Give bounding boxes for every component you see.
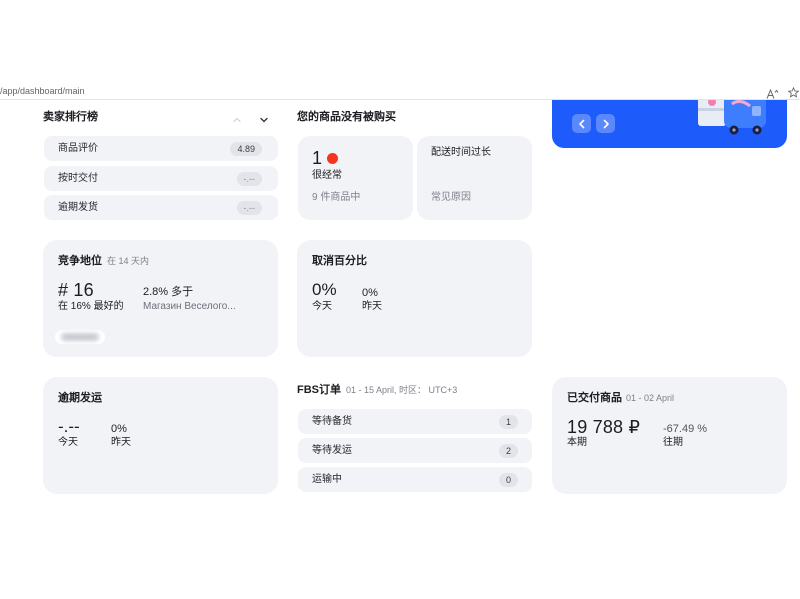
rating-value-badge: -.--	[236, 172, 262, 186]
star-icon[interactable]	[787, 85, 800, 98]
cancellation-yesterday-label: 昨天	[362, 301, 382, 312]
competitive-rank-caption: 在 16% 最好的	[58, 301, 124, 312]
not-bought-of-items: 9 件商品中	[312, 192, 361, 203]
not-bought-frequency: 很经常	[312, 170, 342, 181]
delivered-change: -67.49 %	[663, 423, 708, 435]
text-size-icon[interactable]	[766, 86, 779, 99]
rating-row-late-shipping[interactable]: 逾期发货 -.--	[44, 195, 278, 220]
not-bought-reason-card[interactable]: 配送时间过长 常见原因	[417, 136, 532, 220]
fbs-row-label: 运输中	[312, 474, 342, 485]
fbs-row-awaiting-shipment[interactable]: 等待发运 2	[298, 438, 532, 463]
not-bought-count: 1	[312, 148, 323, 168]
url-text[interactable]: /app/dashboard/main	[0, 85, 85, 97]
rating-value-badge: -.--	[236, 201, 262, 215]
not-bought-reason: 配送时间过长	[431, 147, 491, 158]
not-bought-frequency-card[interactable]: 1 很经常 9 件商品中	[298, 136, 413, 220]
not-bought-reason-caption: 常见原因	[431, 192, 471, 203]
cancellation-card[interactable]: 取消百分比 0% 今天 0% 昨天	[297, 240, 532, 357]
cancellation-title: 取消百分比	[312, 255, 367, 267]
fbs-orders-period: 01 - 15 April, 时区： UTC+3	[346, 385, 458, 395]
competitive-position-card[interactable]: 竞争地位 在 14 天内 # 16 在 16% 最好的 2.8% 多于 Мага…	[43, 240, 278, 357]
fbs-orders-title: FBS订单	[297, 384, 341, 396]
browser-address-bar: /app/dashboard/main	[0, 82, 800, 100]
delivered-current-value: 19 788 ₽	[567, 417, 641, 437]
rating-row-on-time-delivery[interactable]: 按时交付 -.--	[44, 166, 278, 191]
late-shipment-yesterday-value: 0%	[111, 423, 127, 435]
fbs-count-badge: 2	[498, 444, 518, 458]
competitive-position-title: 竞争地位	[58, 255, 102, 267]
late-shipment-today-value: -.--	[58, 417, 80, 436]
chevron-down-icon[interactable]	[259, 112, 269, 123]
seller-rating-title: 卖家排行榜	[43, 111, 98, 123]
rating-row-label: 商品评价	[58, 143, 98, 154]
competitive-diff: 2.8% 多于	[143, 286, 194, 298]
late-shipment-today-label: 今天	[58, 437, 78, 448]
blurred-chip[interactable]	[55, 330, 105, 344]
fbs-row-in-transit[interactable]: 运输中 0	[298, 467, 532, 492]
cancellation-yesterday-value: 0%	[362, 287, 378, 299]
late-shipment-title: 逾期发运	[58, 392, 102, 404]
delivered-period: 01 - 02 April	[626, 393, 675, 403]
fbs-row-awaiting-packaging[interactable]: 等待备货 1	[298, 409, 532, 434]
blurred-content	[61, 333, 99, 341]
delivered-goods-card[interactable]: 已交付商品 01 - 02 April 19 788 ₽ 本期 -67.49 %…	[552, 377, 787, 494]
rating-value-badge: 4.89	[230, 142, 262, 156]
not-bought-title: 您的商品没有被购买	[297, 111, 396, 123]
delivered-previous-label: 往期	[663, 437, 683, 448]
fbs-row-label: 等待发运	[312, 445, 352, 456]
chevron-left-icon	[578, 119, 584, 128]
rating-row-label: 逾期发货	[58, 202, 98, 213]
late-shipment-card[interactable]: 逾期发运 -.-- 今天 0% 昨天	[43, 377, 278, 494]
cancellation-today-label: 今天	[312, 301, 332, 312]
delivered-current-label: 本期	[567, 437, 587, 448]
chevron-up-icon[interactable]	[232, 112, 242, 123]
banner-prev-button[interactable]	[572, 114, 591, 133]
delivered-title: 已交付商品	[567, 392, 622, 404]
rating-row-product-reviews[interactable]: 商品评价 4.89	[44, 136, 278, 161]
competitive-rank: # 16	[58, 280, 94, 300]
rating-row-label: 按时交付	[58, 173, 98, 184]
chevron-right-icon	[603, 119, 609, 128]
fbs-row-label: 等待备货	[312, 416, 352, 427]
dashboard-page: /app/dashboard/main 卖家排行榜 商品评价 4.89 按时交付…	[0, 0, 800, 599]
cancellation-today-value: 0%	[312, 280, 337, 299]
banner-next-button[interactable]	[596, 114, 615, 133]
late-shipment-yesterday-label: 昨天	[111, 437, 131, 448]
alert-status-dot	[327, 153, 338, 164]
delivery-illustration	[698, 100, 766, 135]
fbs-count-badge: 0	[498, 473, 518, 487]
promo-banner[interactable]	[552, 100, 787, 148]
fbs-count-badge: 1	[498, 415, 518, 429]
competitive-position-period: 在 14 天内	[107, 256, 150, 266]
competitor-name: Магазин Веселого...	[143, 301, 236, 312]
